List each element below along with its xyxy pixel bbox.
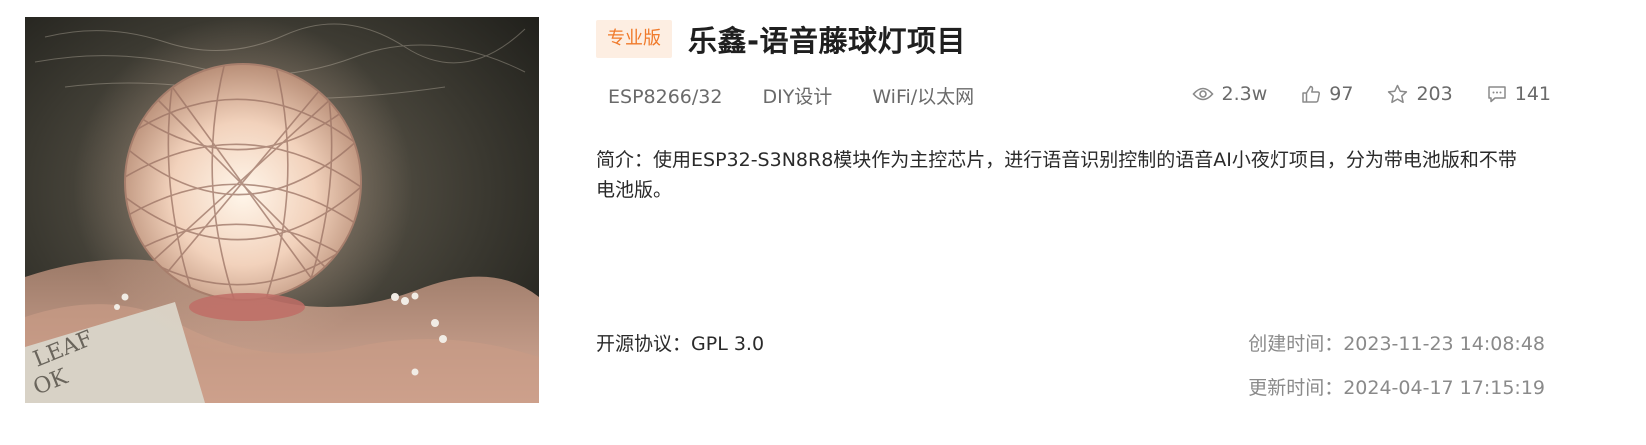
date-info: 创建时间：2023-11-23 14:08:48 更新时间：2024-04-17…: [1248, 330, 1545, 402]
favorites-count: 203: [1416, 83, 1453, 105]
edition-badge: 专业版: [596, 20, 672, 58]
stats-bar: 2.3w 97 203 141: [1158, 82, 1551, 106]
eye-icon: [1191, 87, 1214, 101]
rattan-ball-lamp-photo: LEAF OK: [25, 17, 539, 403]
project-info-header: 专业版 乐鑫-语音藤球灯项目: [596, 19, 1546, 59]
updated-value: 2024-04-17 17:15:19: [1343, 377, 1545, 399]
tag-item[interactable]: WiFi/以太网: [860, 82, 986, 112]
likes-count: 97: [1329, 83, 1354, 105]
created-value: 2023-11-23 14:08:48: [1343, 333, 1545, 355]
comment-icon: [1487, 86, 1506, 103]
thumbs-up-icon: [1302, 85, 1321, 103]
license-value: GPL 3.0: [691, 333, 765, 355]
updated-time: 更新时间：2024-04-17 17:15:19: [1248, 374, 1545, 402]
project-title[interactable]: 乐鑫-语音藤球灯项目: [688, 18, 966, 60]
created-time: 创建时间：2023-11-23 14:08:48: [1248, 330, 1545, 358]
star-icon: [1388, 84, 1408, 104]
title-row: 专业版 乐鑫-语音藤球灯项目: [596, 19, 1546, 59]
comments-count: 141: [1514, 83, 1551, 105]
tag-list: ESP8266/32 DIY设计 WiFi/以太网: [596, 82, 1002, 112]
views-stat: 2.3w: [1191, 83, 1268, 105]
meta-row: ESP8266/32 DIY设计 WiFi/以太网 2.3w 97 203 14…: [596, 82, 1551, 112]
favorites-stat[interactable]: 203: [1387, 83, 1453, 105]
tag-item[interactable]: DIY设计: [750, 82, 844, 112]
license-info: 开源协议：GPL 3.0: [596, 330, 764, 358]
created-label: 创建时间：: [1248, 333, 1344, 355]
updated-label: 更新时间：: [1248, 377, 1344, 399]
likes-stat[interactable]: 97: [1301, 83, 1353, 105]
comments-stat[interactable]: 141: [1487, 83, 1551, 105]
tag-item[interactable]: ESP8266/32: [596, 82, 734, 112]
license-label: 开源协议：: [596, 333, 692, 355]
views-count: 2.3w: [1221, 83, 1268, 105]
project-cover-image[interactable]: LEAF OK: [25, 17, 539, 403]
project-intro: 简介：使用ESP32-S3N8R8模块作为主控芯片，进行语音识别控制的语音AI小…: [596, 149, 1517, 201]
